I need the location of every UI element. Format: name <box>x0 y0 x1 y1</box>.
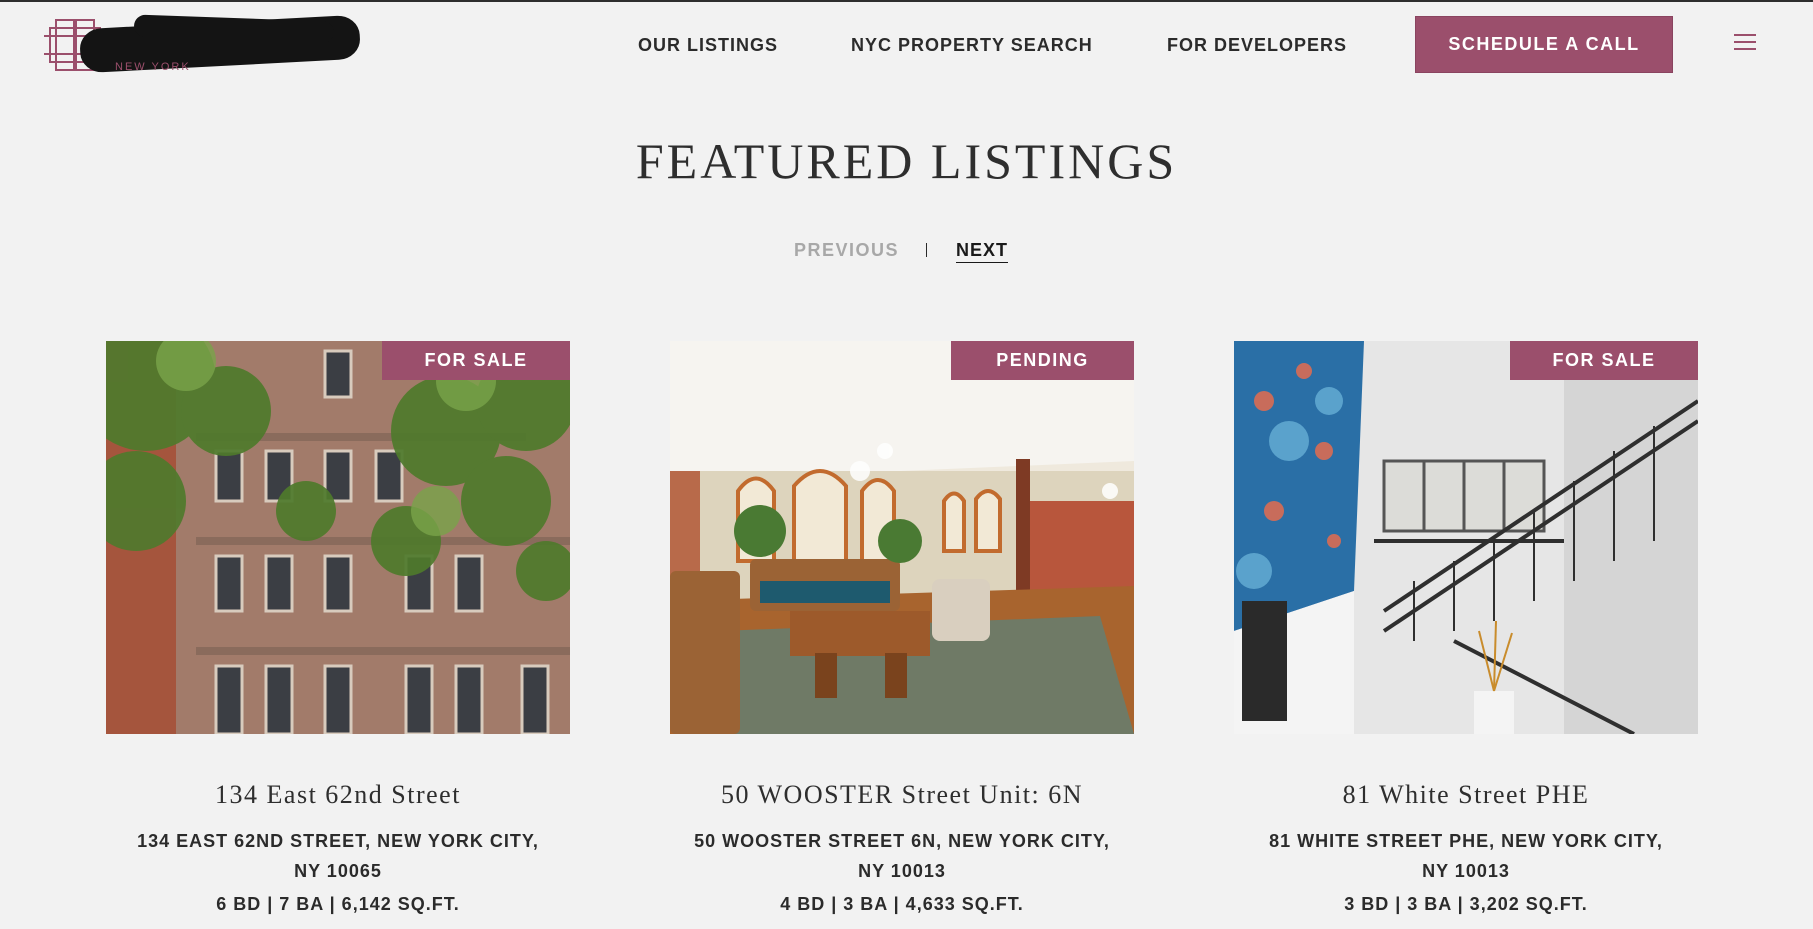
listing-card[interactable]: FOR SALE 81 White Street PHE 81 WHITE ST… <box>1234 341 1698 915</box>
listing-pager: PREVIOUS NEXT <box>0 240 1813 264</box>
listing-specs: 4 BD | 3 BA | 4,633 SQ.FT. <box>780 894 1024 914</box>
brand-logo[interactable]: NEW YORK <box>44 12 361 78</box>
listing-address: 81 WHITE STREET PHE, NEW YORK CITY, NY 1… <box>1269 831 1663 881</box>
listing-photo[interactable]: PENDING <box>670 341 1134 734</box>
listing-photo[interactable]: FOR SALE <box>1234 341 1698 734</box>
previous-button[interactable]: PREVIOUS <box>794 240 899 261</box>
townhouse-facade-image <box>106 341 570 734</box>
listing-title[interactable]: 81 White Street PHE <box>1234 780 1698 810</box>
status-badge: FOR SALE <box>382 341 570 380</box>
listing-title[interactable]: 50 WOOSTER Street Unit: 6N <box>670 780 1134 810</box>
nav-nyc-property-search[interactable]: NYC PROPERTY SEARCH <box>851 35 1093 56</box>
listing-card[interactable]: FOR SALE 134 East 62nd Street 134 EAST 6… <box>106 341 570 915</box>
schedule-call-button[interactable]: SCHEDULE A CALL <box>1415 16 1673 73</box>
listing-address: 50 WOOSTER STREET 6N, NEW YORK CITY, NY … <box>694 831 1110 881</box>
next-button[interactable]: NEXT <box>956 240 1009 263</box>
nav-for-developers[interactable]: FOR DEVELOPERS <box>1167 35 1347 56</box>
listing-specs: 3 BD | 3 BA | 3,202 SQ.FT. <box>1344 894 1588 914</box>
status-badge: PENDING <box>951 341 1134 380</box>
loft-living-room-image <box>670 341 1134 734</box>
listing-specs: 6 BD | 7 BA | 6,142 SQ.FT. <box>216 894 460 914</box>
status-badge: FOR SALE <box>1510 341 1698 380</box>
nav-our-listings[interactable]: OUR LISTINGS <box>638 35 778 56</box>
brand-location: NEW YORK <box>115 61 191 73</box>
atrium-staircase-image <box>1234 341 1698 734</box>
hamburger-menu-icon[interactable] <box>1734 34 1756 52</box>
section-title: FEATURED LISTINGS <box>635 133 1178 189</box>
listing-photo[interactable]: FOR SALE <box>106 341 570 734</box>
pager-divider <box>926 243 927 257</box>
listing-title[interactable]: 134 East 62nd Street <box>106 780 570 810</box>
listing-card[interactable]: PENDING 50 WOOSTER Street Unit: 6N 50 WO… <box>670 341 1134 915</box>
site-header: NEW YORK OUR LISTINGS NYC PROPERTY SEARC… <box>0 2 1813 90</box>
listing-address: 134 EAST 62ND STREET, NEW YORK CITY, NY … <box>137 831 539 881</box>
